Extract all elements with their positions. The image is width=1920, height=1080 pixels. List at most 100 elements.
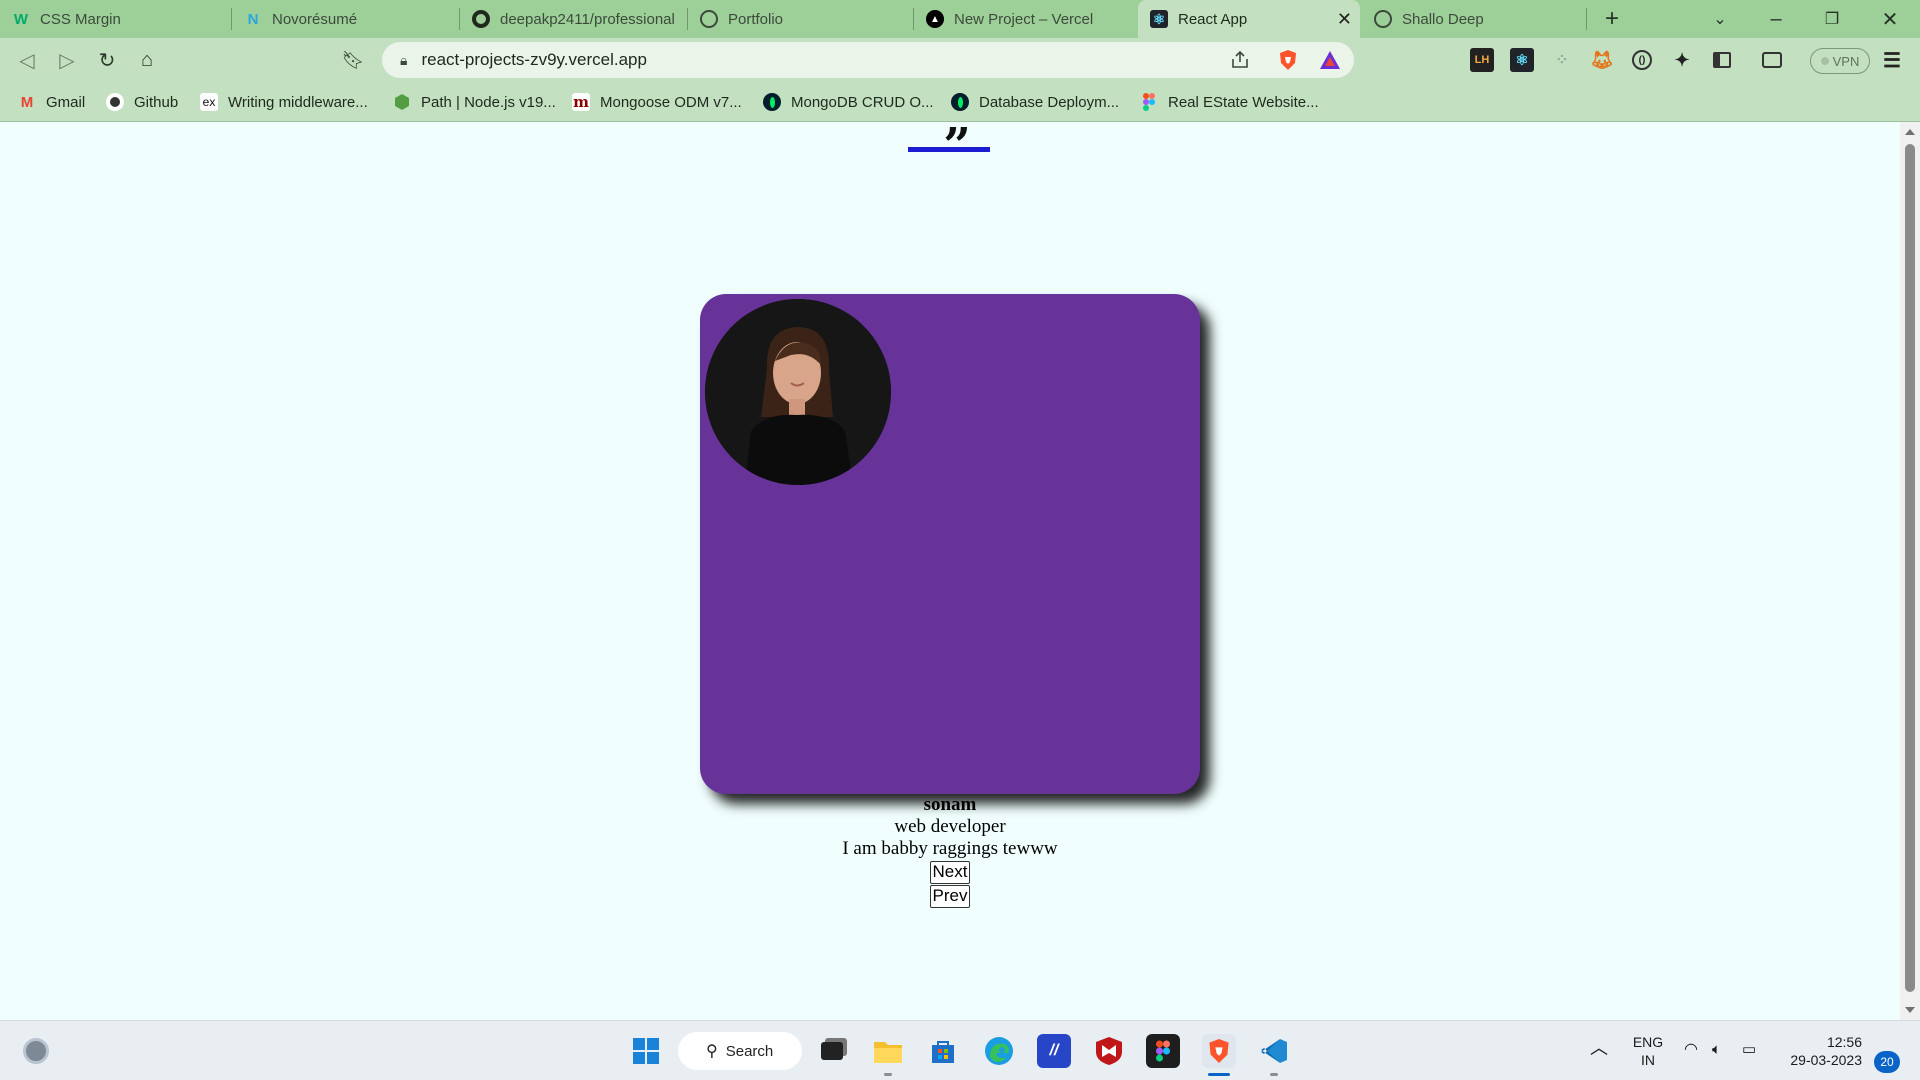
- bookmark-label: Github: [134, 93, 179, 111]
- back-button[interactable]: ◁: [12, 46, 42, 74]
- tab-title: React App: [1178, 10, 1248, 28]
- address-bar[interactable]: 🔒︎ react-projects-zv9y.vercel.app: [382, 42, 1354, 78]
- brave-browser-icon[interactable]: [1202, 1034, 1236, 1068]
- scroll-down-arrow-icon[interactable]: [1905, 1007, 1915, 1013]
- brave-rewards-icon[interactable]: [1318, 48, 1342, 72]
- react-devtools-icon[interactable]: ⚛: [1510, 48, 1534, 72]
- running-indicator: [884, 1073, 892, 1076]
- tab-separator: [1586, 8, 1587, 30]
- bookmark-database-deployment[interactable]: Database Deploym...: [951, 91, 1119, 113]
- vpn-button[interactable]: VPN: [1810, 48, 1870, 74]
- bookmark-mongoose[interactable]: m Mongoose ODM v7...: [572, 91, 742, 113]
- notification-badge[interactable]: 20: [1874, 1051, 1900, 1073]
- volume-muted-icon[interactable]: 🔈︎: [1712, 1041, 1721, 1059]
- person-job: web developer: [894, 816, 1006, 837]
- figma-icon[interactable]: [1146, 1034, 1180, 1068]
- home-button[interactable]: ⌂: [132, 46, 162, 74]
- edge-icon[interactable]: [982, 1034, 1016, 1068]
- bookmark-express[interactable]: ex Writing middleware...: [200, 91, 368, 113]
- running-indicator: [1270, 1073, 1278, 1076]
- taskbar-search[interactable]: ⚲ Search: [678, 1032, 802, 1070]
- github-icon: [106, 93, 124, 111]
- w3schools-icon: W: [13, 10, 29, 28]
- close-tab-icon[interactable]: ✕: [1337, 9, 1352, 30]
- search-label: Search: [725, 1042, 774, 1060]
- battery-icon[interactable]: ▭: [1742, 1041, 1756, 1059]
- language-text: ENG: [1632, 1034, 1664, 1050]
- lock-icon: 🔒︎: [400, 51, 408, 68]
- prev-button[interactable]: Prev: [929, 885, 971, 908]
- file-explorer-icon[interactable]: [871, 1034, 905, 1068]
- tab-search-chevron-icon[interactable]: ⌄: [1706, 6, 1734, 32]
- url-text: react-projects-zv9y.vercel.app: [421, 50, 647, 69]
- person-photo: [705, 299, 891, 485]
- browser-toolbar: ◁ ▷ ↻ ⌂ 🔖︎ 🔒︎ react-projects-zv9y.vercel…: [0, 38, 1920, 82]
- wifi-icon[interactable]: ◠: [1684, 1041, 1698, 1059]
- start-button[interactable]: [629, 1034, 663, 1068]
- scroll-up-arrow-icon[interactable]: [1905, 129, 1915, 135]
- active-app-indicator: [1208, 1073, 1230, 1076]
- restore-button[interactable]: ❐: [1818, 6, 1846, 32]
- task-view-icon[interactable]: [815, 1034, 849, 1068]
- clock[interactable]: 12:56 29-03-2023: [1778, 1033, 1862, 1069]
- wallet-icon[interactable]: [1760, 48, 1784, 72]
- gmail-icon: M: [20, 93, 34, 111]
- forward-button[interactable]: ▷: [52, 46, 82, 74]
- bookmark-label: Path | Node.js v19...: [421, 93, 556, 111]
- tab-react-app[interactable]: ⚛ React App ✕: [1138, 0, 1360, 38]
- tab-strip: W CSS Margin N Novorésumé deepakp2411/pr…: [0, 0, 1920, 38]
- close-window-button[interactable]: ✕: [1876, 6, 1904, 32]
- tab-github-repo[interactable]: deepakp2411/professional: [460, 0, 686, 38]
- bookmark-mongodb-crud[interactable]: MongoDB CRUD O...: [763, 91, 934, 113]
- extensions-puzzle-icon[interactable]: ✦: [1670, 48, 1694, 72]
- next-button[interactable]: Next: [929, 861, 971, 884]
- brave-shields-icon[interactable]: [1276, 48, 1300, 72]
- mongodb-icon: [763, 93, 781, 111]
- scroll-thumb[interactable]: [1905, 144, 1915, 992]
- share-icon[interactable]: [1228, 48, 1252, 72]
- widgets-icon[interactable]: [19, 1034, 53, 1068]
- novoresume-icon: N: [247, 10, 259, 28]
- bookmarks-bar: M Gmail Github ex Writing middleware... …: [0, 82, 1920, 122]
- bookmark-label: Gmail: [46, 93, 86, 111]
- pen-app-icon[interactable]: //: [1037, 1034, 1071, 1068]
- reload-button[interactable]: ↻: [92, 46, 122, 74]
- expressjs-icon: ex: [200, 93, 218, 111]
- title-underline: [908, 147, 990, 152]
- person-name: sonam: [923, 794, 977, 815]
- bookmark-real-estate[interactable]: Real EState Website...: [1140, 91, 1319, 113]
- globe-icon: [1374, 10, 1392, 28]
- page-viewport: ” sonam web developer I am babby ragging…: [0, 122, 1900, 1020]
- minimize-button[interactable]: –: [1762, 6, 1790, 32]
- language-indicator[interactable]: ENG IN: [1628, 1033, 1668, 1069]
- tab-novoresume[interactable]: N Novorésumé: [232, 0, 458, 38]
- globe-icon: [700, 10, 718, 28]
- vercel-icon: ▲: [926, 10, 944, 28]
- metamask-icon[interactable]: 🦊︎: [1590, 48, 1614, 72]
- extension-dots-icon[interactable]: ⁘: [1550, 48, 1574, 72]
- tab-css-margin[interactable]: W CSS Margin: [0, 0, 230, 38]
- vscode-icon[interactable]: [1257, 1034, 1291, 1068]
- tab-portfolio[interactable]: Portfolio: [688, 0, 912, 38]
- page-scrollbar[interactable]: [1900, 122, 1920, 1020]
- profile-card: [700, 294, 1200, 794]
- sidebar-icon[interactable]: [1710, 48, 1734, 72]
- menu-icon[interactable]: ☰: [1880, 48, 1904, 72]
- tab-title: Shallo Deep: [1402, 10, 1484, 28]
- bookmark-label: Database Deploym...: [979, 93, 1120, 111]
- bookmark-gmail[interactable]: M Gmail: [18, 91, 85, 113]
- mcafee-icon[interactable]: [1092, 1034, 1126, 1068]
- microsoft-store-icon[interactable]: [926, 1034, 960, 1068]
- nodejs-icon: [393, 93, 411, 111]
- tab-vercel[interactable]: ▲ New Project – Vercel: [914, 0, 1138, 38]
- new-tab-button[interactable]: +: [1598, 5, 1626, 32]
- tab-title: deepakp2411/professional: [500, 10, 674, 28]
- bookmark-icon[interactable]: 🔖︎: [338, 46, 368, 74]
- json-viewer-icon[interactable]: (): [1630, 48, 1654, 72]
- react-icon: ⚛: [1150, 10, 1168, 28]
- lighthouse-extension-icon[interactable]: LH: [1470, 48, 1494, 72]
- tab-shallo-deep[interactable]: Shallo Deep: [1362, 0, 1586, 38]
- bookmark-nodejs[interactable]: Path | Node.js v19...: [393, 91, 556, 113]
- bookmark-github[interactable]: Github: [106, 91, 178, 113]
- show-hidden-icons-chevron-icon[interactable]: ︿: [1590, 1039, 1608, 1057]
